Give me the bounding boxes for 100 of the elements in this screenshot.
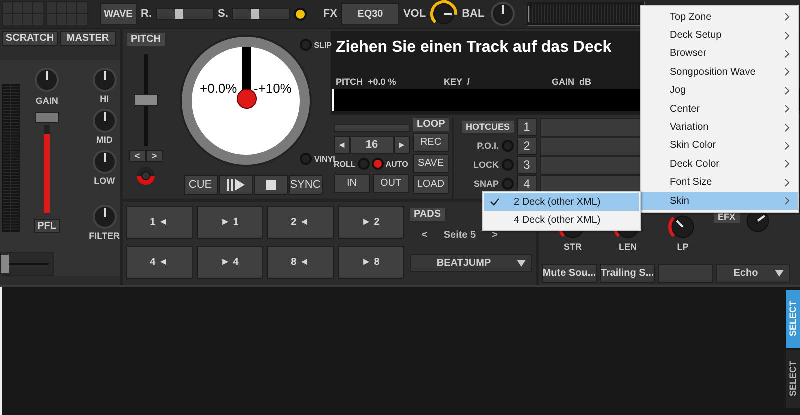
menu-item[interactable]: Skin Color [641,136,798,156]
menu-item[interactable]: Center [641,100,798,118]
knob-label: LEN [619,242,637,252]
knob-label: MID [96,135,113,145]
pad-button[interactable]: 1 ◄ [126,206,192,239]
page-next-button[interactable]: > [492,230,498,241]
eq-knob[interactable] [90,148,119,176]
hotcue-option-toggle[interactable] [502,178,514,190]
record-icon[interactable] [136,166,156,186]
balance-label: BAL [462,8,485,20]
hotcue-option-toggle[interactable] [502,159,514,171]
effect-dropdown[interactable]: Echo [716,264,790,283]
pfl-button[interactable]: PFL [34,219,60,233]
menu-item[interactable]: Jog [641,82,798,100]
menu-item[interactable]: Skin [641,192,798,210]
effect-param-button[interactable]: Mute Sou... [542,264,597,283]
stop-button[interactable] [254,175,288,195]
mode-button[interactable]: SCRATCH [2,31,58,46]
eq-knob[interactable] [90,66,119,94]
chevron-right-icon [785,124,790,132]
eq-knob[interactable] [90,107,119,135]
pad-button[interactable]: ► 4 [196,246,263,278]
track-info: GAIN dB [552,77,592,87]
slip-toggle[interactable] [300,39,312,51]
loop-button[interactable]: SAVE [413,154,449,173]
transport-button[interactable]: SYNC [288,175,322,195]
hotcue-button[interactable]: 2 [517,137,537,155]
menu-item[interactable]: Deck Setup [641,26,798,45]
pitch-label: PITCH [127,33,165,46]
hotcue-button[interactable]: 3 [517,156,537,174]
pitch-readout: +0.0% [200,81,238,96]
chevron-right-icon [785,197,790,206]
hotcue-option-label: LOCK [474,160,499,170]
knob-label: FILTER [89,231,120,241]
menu-item[interactable]: 4 Deck (other XML) [484,211,639,229]
jog-wheel[interactable]: +0.0% -+10% [180,35,312,167]
gain-knob[interactable] [33,66,62,94]
menu-item[interactable]: Songposition Wave [641,63,798,82]
loop-in-button[interactable]: IN [334,174,370,193]
pad-mode-dropdown[interactable]: BEATJUMP [410,254,532,272]
menu-item[interactable]: Deck Color [641,155,798,174]
loop-out-button[interactable]: OUT [373,174,409,193]
loop-label: LOOP [413,118,449,131]
browser-tab[interactable]: SELECT [786,350,800,408]
slider-thumb[interactable] [174,9,182,19]
filter-knob[interactable] [90,203,119,231]
track-info: PITCH +0.0 % [336,77,398,87]
pad-button[interactable]: 8 ◄ [267,246,334,278]
knob-label: LOW [94,176,116,186]
pad-button[interactable]: ► 8 [338,246,404,278]
chevron-right-icon [785,13,790,22]
slider-thumb[interactable] [250,9,259,19]
play-pause-button[interactable] [218,175,252,195]
mode-button[interactable]: MASTER [60,31,116,46]
slider-label: S. [218,8,228,20]
caret-icon [517,260,526,266]
auto-toggle[interactable] [372,158,384,170]
pitch-slider[interactable] [134,54,158,146]
vinyl-toggle[interactable] [300,153,312,165]
chevron-right-icon [785,32,790,40]
menu-item[interactable]: Font Size [641,174,798,192]
pad-button[interactable]: 4 ◄ [126,246,192,278]
pad-button[interactable]: ► 2 [338,206,404,239]
pad-button[interactable]: 2 ◄ [267,206,334,239]
hotcue-button[interactable]: 1 [517,118,537,136]
chevron-right-icon [785,105,790,114]
pitch-range: -+10% [254,81,292,96]
pad-button[interactable]: ► 1 [196,206,263,239]
menu-item[interactable]: 2 Deck (other XML) [484,193,639,211]
nudge-button[interactable]: > [146,150,163,162]
nudge-button[interactable]: < [129,150,146,162]
effect-button[interactable]: EQ30 [341,3,400,25]
chevron-right-icon [785,68,790,76]
hotcue-option-label: SNAP [474,179,499,189]
chevron-right-icon [785,86,790,95]
hotcue-option-toggle[interactable] [502,140,514,152]
wave-button[interactable]: WAVE [100,3,137,25]
loop-prev-button[interactable]: ◄ [334,136,350,154]
roll-toggle[interactable] [358,158,370,170]
slider[interactable] [156,8,214,20]
effect-param-button[interactable]: Trailing S... [600,264,655,283]
menu-item[interactable]: Top Zone [641,8,798,26]
knob-label: HI [100,94,110,104]
balance-knob[interactable] [488,0,517,28]
menu-item[interactable]: Browser [641,44,798,64]
chevron-right-icon [785,50,790,58]
crossfader-thumb[interactable] [1,255,9,274]
pads-label: PADS [410,208,446,221]
page-prev-button[interactable]: < [422,230,428,241]
loop-button[interactable]: REC [413,133,449,152]
fader-thumb[interactable] [35,112,60,123]
loop-next-button[interactable]: ► [394,136,410,154]
transport-button[interactable]: CUE [184,175,218,195]
slider[interactable] [232,8,290,20]
menu-item[interactable]: Variation [641,118,798,137]
loop-button[interactable]: LOAD [413,175,449,194]
slider-thumb[interactable] [134,94,158,106]
crossfader[interactable] [0,252,54,276]
track-title: Ziehen Sie einen Track auf das Deck [335,38,613,58]
stop-icon [266,180,276,190]
